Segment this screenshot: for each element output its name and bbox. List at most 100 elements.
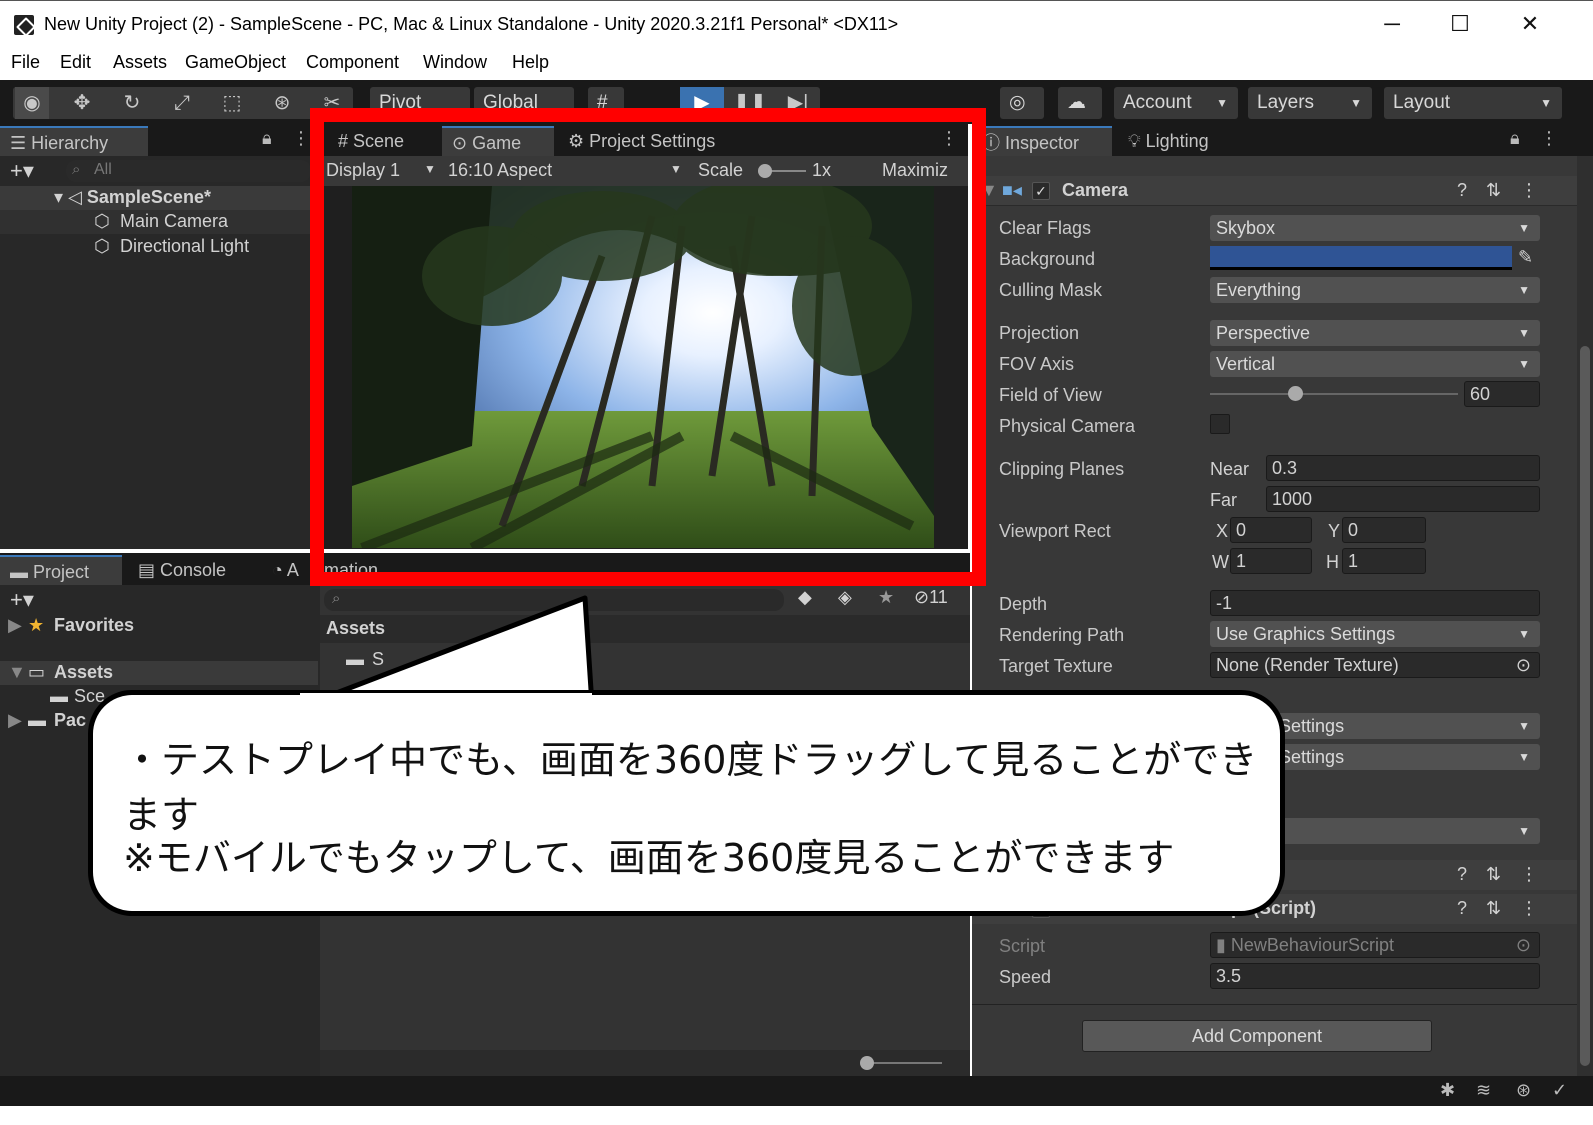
far-label: Far xyxy=(1210,490,1237,510)
move-tool-icon[interactable]: ✥ xyxy=(65,87,99,119)
icon-size-slider[interactable] xyxy=(868,1062,942,1064)
rendering-path-dropdown[interactable]: Use Graphics Settings ▼ xyxy=(1210,621,1540,647)
fov-input[interactable]: 60 xyxy=(1464,381,1540,407)
transform-tool-icon[interactable]: ⊛ xyxy=(265,87,299,119)
hierarchy-item-main-camera[interactable]: ⬡ Main Camera xyxy=(0,210,315,234)
menu-assets[interactable]: Assets xyxy=(113,52,167,73)
menu-gameobject[interactable]: GameObject xyxy=(185,52,286,73)
menu-window[interactable]: Window xyxy=(423,52,487,73)
depth-input[interactable]: -1 xyxy=(1210,590,1540,616)
background-color-field[interactable] xyxy=(1210,246,1512,270)
scrollbar-thumb[interactable] xyxy=(1580,346,1590,1066)
near-input[interactable]: 0.3 xyxy=(1266,455,1540,481)
speed-input[interactable]: 3.5 xyxy=(1210,963,1540,989)
rotate-tool-icon[interactable]: ↻ xyxy=(115,87,149,119)
viewport-x-input[interactable]: 0 xyxy=(1230,517,1312,543)
viewport-w-input[interactable]: 1 xyxy=(1230,548,1312,574)
component-enabled-checkbox[interactable]: ✓ xyxy=(1032,182,1050,200)
scene-row[interactable]: ▾ ◁ SampleScene* xyxy=(0,186,315,210)
inspector-scrollbar[interactable] xyxy=(1577,156,1593,1076)
eyedropper-icon[interactable]: ✎ xyxy=(1518,247,1533,268)
scale-tool-icon[interactable]: ⤢ xyxy=(165,87,199,119)
fov-slider-thumb[interactable] xyxy=(1288,386,1303,401)
add-component-button[interactable]: Add Component xyxy=(1082,1020,1432,1052)
icon-size-slider-thumb[interactable] xyxy=(860,1056,874,1070)
lock-icon[interactable]: 🔒︎ xyxy=(1510,128,1520,149)
fov-slider[interactable] xyxy=(1210,393,1458,395)
more-icon[interactable]: ⋮ xyxy=(292,128,310,149)
presets-icon[interactable]: ⇅ xyxy=(1486,180,1501,201)
favorites-row[interactable]: ▶ ★ Favorites xyxy=(0,613,318,639)
collab-icon[interactable]: ◎ xyxy=(1000,87,1044,119)
filter-type-icon[interactable]: ◆ xyxy=(798,587,812,608)
help-icon[interactable]: ? xyxy=(1457,180,1467,201)
view-tool-eye-icon[interactable]: ◉ xyxy=(15,87,49,119)
hidden-packages-icon[interactable]: ⊘11 xyxy=(914,587,948,608)
menu-edit[interactable]: Edit xyxy=(60,52,91,73)
close-button[interactable]: ✕ xyxy=(1500,7,1560,41)
lock-icon[interactable]: 🔒︎ xyxy=(262,128,272,149)
target-texture-field[interactable]: None (Render Texture) ⊙ xyxy=(1210,652,1540,678)
more-icon[interactable]: ⋮ xyxy=(1520,898,1538,919)
auto-generate-lighting-icon[interactable]: ⊛ xyxy=(1516,1080,1531,1101)
far-input[interactable]: 1000 xyxy=(1266,486,1540,512)
presets-icon[interactable]: ⇅ xyxy=(1486,864,1501,885)
status-bar: ✱ ≋ ⊛ ✓ xyxy=(0,1076,1593,1106)
asset-folder-label[interactable]: S xyxy=(372,649,384,670)
tab-console[interactable]: ▤ Console xyxy=(128,555,256,585)
fov-axis-value: Vertical xyxy=(1216,354,1276,374)
help-icon[interactable]: ? xyxy=(1457,898,1467,919)
project-search-input[interactable]: ⌕ xyxy=(324,589,784,611)
chevron-down-icon: ▼ xyxy=(1518,283,1530,297)
camera-component-header[interactable]: ▼ ■◂ ✓ Camera ? ⇅ ⋮ xyxy=(972,176,1577,206)
menu-component[interactable]: Component xyxy=(306,52,399,73)
account-dropdown[interactable]: Account ▼ xyxy=(1114,87,1238,119)
hierarchy-item-directional-light[interactable]: ⬡ Directional Light xyxy=(0,235,315,259)
layout-dropdown[interactable]: Layout ▼ xyxy=(1384,87,1562,119)
chevron-down-icon: ▼ xyxy=(1518,221,1530,235)
add-button[interactable]: +▾ xyxy=(10,158,34,184)
clear-flags-dropdown[interactable]: Skybox ▼ xyxy=(1210,215,1540,241)
minimize-button[interactable]: ─ xyxy=(1362,7,1422,41)
menu-bar: File Edit Assets GameObject Component Wi… xyxy=(0,46,1593,80)
cache-icon[interactable]: ≋ xyxy=(1476,1080,1491,1101)
maximize-button[interactable]: ☐ xyxy=(1430,7,1490,41)
tab-inspector[interactable]: ⓘ Inspector xyxy=(972,126,1112,156)
breadcrumb-assets[interactable]: Assets xyxy=(326,618,385,639)
hierarchy-search-input[interactable]: ⌕ All xyxy=(66,160,311,182)
layers-dropdown[interactable]: Layers ▼ xyxy=(1248,87,1372,119)
tab-lighting[interactable]: 💡︎ Lighting xyxy=(1118,126,1238,156)
menu-help[interactable]: Help xyxy=(512,52,549,73)
folder-icon: ▬ xyxy=(50,686,68,706)
background-label: Background xyxy=(999,249,1096,269)
account-label: Account xyxy=(1123,92,1192,113)
physical-camera-checkbox[interactable] xyxy=(1210,414,1230,434)
tab-hierarchy[interactable]: ☰ Hierarchy xyxy=(0,126,148,156)
viewport-y-input[interactable]: 0 xyxy=(1342,517,1426,543)
inspector-tabbar: ⓘ Inspector 💡︎ Lighting 🔒︎ ⋮ xyxy=(972,124,1593,156)
more-icon[interactable]: ⋮ xyxy=(1540,128,1558,149)
hidden-count: 11 xyxy=(929,587,948,607)
projection-dropdown[interactable]: Perspective ▼ xyxy=(1210,320,1540,346)
filter-label-icon[interactable]: ◈ xyxy=(838,587,852,608)
object-picker-icon[interactable]: ⊙ xyxy=(1516,653,1531,677)
hierarchy-item-label: Main Camera xyxy=(120,211,229,231)
more-icon[interactable]: ⋮ xyxy=(1520,864,1538,885)
expand-icon: ▶ xyxy=(8,615,22,635)
fov-axis-dropdown[interactable]: Vertical ▼ xyxy=(1210,351,1540,377)
presets-icon[interactable]: ⇅ xyxy=(1486,898,1501,919)
create-button[interactable]: +▾ xyxy=(10,587,34,613)
culling-mask-dropdown[interactable]: Everything ▼ xyxy=(1210,277,1540,303)
help-icon[interactable]: ? xyxy=(1457,864,1467,885)
more-icon[interactable]: ⋮ xyxy=(1520,180,1538,201)
menu-file[interactable]: File xyxy=(11,52,40,73)
star-icon[interactable]: ★ xyxy=(878,587,894,608)
debug-icon[interactable]: ✱ xyxy=(1440,1080,1455,1101)
tab-project[interactable]: ▬ Project xyxy=(0,555,122,585)
assets-row[interactable]: ▼ ▭ Assets xyxy=(0,661,318,685)
progress-check-icon[interactable]: ✓ xyxy=(1552,1080,1567,1101)
assets-breadcrumb: Assets xyxy=(320,615,970,643)
cloud-icon[interactable]: ☁ xyxy=(1058,87,1102,119)
rect-tool-icon[interactable]: ⬚ xyxy=(215,87,249,119)
viewport-h-input[interactable]: 1 xyxy=(1342,548,1426,574)
